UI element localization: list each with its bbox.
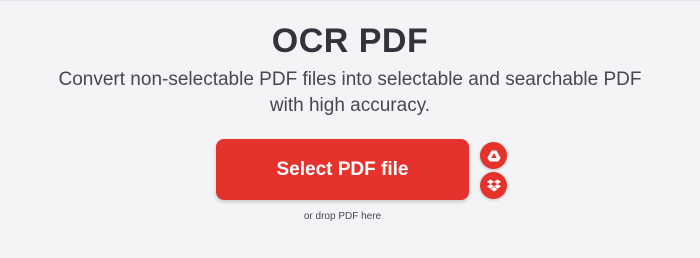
dropbox-button[interactable] (480, 172, 507, 199)
google-drive-button[interactable] (480, 142, 507, 169)
page-title: OCR PDF (271, 22, 429, 60)
page-subtitle: Convert non-selectable PDF files into se… (58, 69, 642, 116)
google-drive-icon (486, 150, 501, 162)
select-pdf-file-label: Select PDF file (276, 158, 409, 180)
select-pdf-file-button[interactable]: Select PDF file (216, 139, 469, 200)
top-divider (0, 0, 700, 1)
dropbox-icon (486, 179, 501, 192)
drop-hint: or drop PDF here (303, 211, 382, 222)
